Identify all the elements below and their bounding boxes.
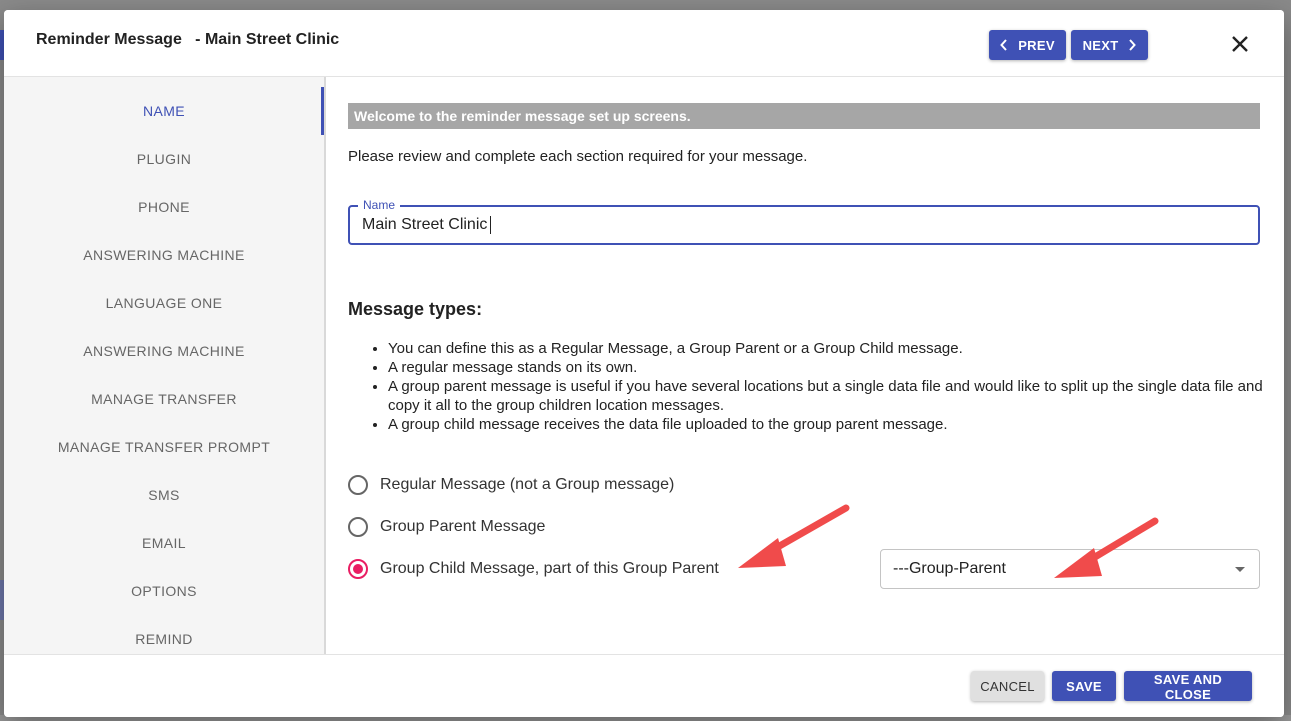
message-types-list: You can define this as a Regular Message… [348,339,1284,434]
welcome-banner: Welcome to the reminder message set up s… [348,103,1260,129]
radio-label: Regular Message (not a Group message) [380,476,675,493]
radio-regular-message[interactable]: Regular Message (not a Group message) [348,473,674,497]
save-button[interactable]: SAVE [1052,671,1116,701]
close-icon[interactable] [1228,32,1252,56]
sidebar-item-label: ANSWERING MACHINE [83,343,245,359]
group-parent-select[interactable]: ---Group-Parent [880,549,1260,589]
radio-button-checked[interactable] [348,559,368,579]
name-input[interactable] [350,207,1258,243]
sidebar-item-label: REMIND [135,631,193,647]
radio-group-child-message[interactable]: Group Child Message, part of this Group … [348,557,719,581]
radio-label: Group Child Message, part of this Group … [380,560,719,577]
radio-button[interactable] [348,517,368,537]
sidebar-item-label: LANGUAGE ONE [105,295,223,311]
sidebar-item-label: ANSWERING MACHINE [83,247,245,263]
intro-text: Please review and complete each section … [348,148,808,165]
group-parent-select-value: ---Group-Parent [893,560,1006,577]
name-field[interactable]: Name [348,198,1260,245]
prev-label: PREV [1018,37,1055,53]
next-button[interactable]: NEXT [1071,30,1148,60]
list-item: A group child message receives the data … [388,415,1284,434]
sidebar-item-sms[interactable]: SMS [4,471,324,519]
list-item: You can define this as a Regular Message… [388,339,1284,358]
dialog-title: Reminder Message - Main Street Clinic [36,31,340,48]
sidebar-item-label: MANAGE TRANSFER PROMPT [57,439,271,455]
next-label: NEXT [1082,37,1119,53]
section-sidebar: NAME PLUGIN PHONE ANSWERING MACHINE LANG… [4,77,326,654]
sidebar-item-label: OPTIONS [131,583,197,599]
chevron-left-icon [1000,39,1007,51]
sidebar-item-language-one[interactable]: LANGUAGE ONE [4,279,324,327]
dialog-footer: CANCEL SAVE SAVE AND CLOSE [4,654,1284,717]
sidebar-item-answering-machine[interactable]: ANSWERING MACHINE [4,231,324,279]
dropdown-arrow-icon [1235,567,1245,572]
list-item: A regular message stands on its own. [388,358,1284,377]
text-caret [490,216,491,234]
sidebar-item-name[interactable]: NAME [4,87,324,135]
dialog-header: Reminder Message - Main Street Clinic PR… [4,10,1284,77]
sidebar-item-label: PLUGIN [136,151,192,167]
message-types-heading: Message types: [348,299,483,319]
sidebar-item-label: SMS [148,487,180,503]
chevron-right-icon [1129,39,1137,51]
radio-button[interactable] [348,475,368,495]
save-and-close-button[interactable]: SAVE AND CLOSE [1124,671,1252,702]
sidebar-item-email[interactable]: EMAIL [4,519,324,567]
radio-group-parent-message[interactable]: Group Parent Message [348,515,545,539]
reminder-message-dialog: Reminder Message - Main Street Clinic PR… [4,10,1284,717]
sidebar-item-manage-transfer-prompt[interactable]: MANAGE TRANSFER PROMPT [4,423,324,471]
sidebar-item-label: PHONE [138,199,190,215]
sidebar-item-answering-machine-2[interactable]: ANSWERING MACHINE [4,327,324,375]
prev-button[interactable]: PREV [989,30,1066,60]
main-content: Welcome to the reminder message set up s… [326,77,1284,654]
sidebar-item-phone[interactable]: PHONE [4,183,324,231]
list-item: A group parent message is useful if you … [388,377,1284,415]
sidebar-item-manage-transfer[interactable]: MANAGE TRANSFER [4,375,324,423]
sidebar-item-label: EMAIL [141,535,186,551]
sidebar-item-label: MANAGE TRANSFER [91,391,237,407]
sidebar-item-options[interactable]: OPTIONS [4,567,324,615]
cancel-button[interactable]: CANCEL [971,671,1044,701]
sidebar-item-plugin[interactable]: PLUGIN [4,135,324,183]
radio-label: Group Parent Message [380,518,546,535]
active-indicator [321,87,324,135]
sidebar-item-label: NAME [142,103,186,119]
